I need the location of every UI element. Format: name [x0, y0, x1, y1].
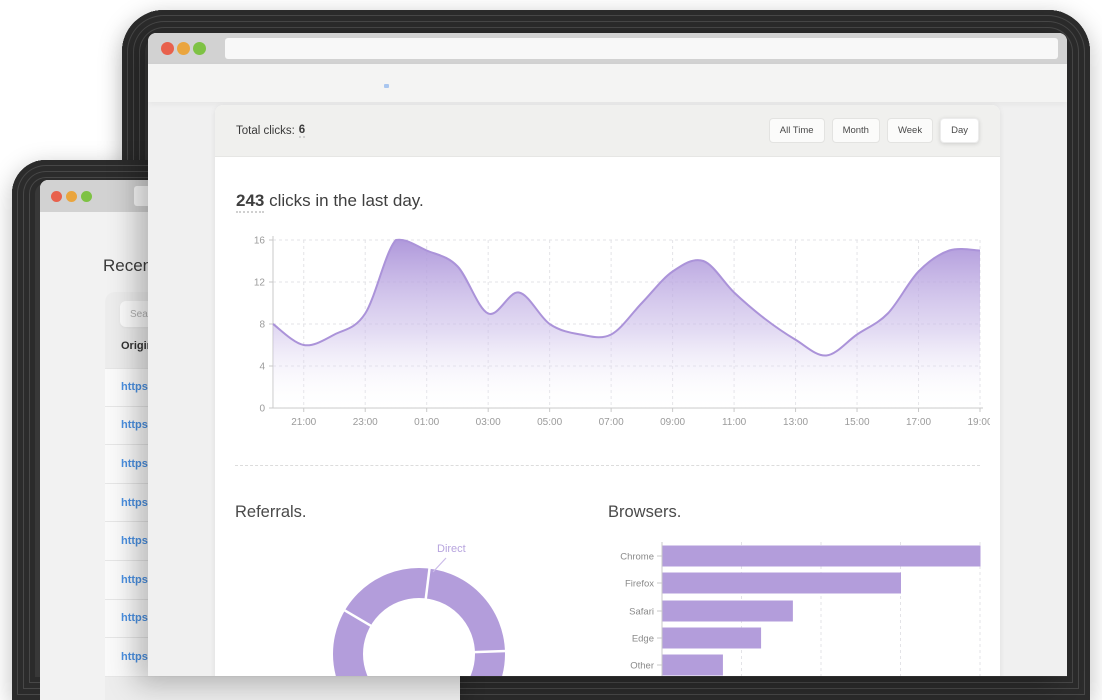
maximize-button-icon[interactable] [193, 42, 206, 55]
svg-text:13:00: 13:00 [783, 417, 808, 428]
maximize-button-icon[interactable] [81, 191, 92, 202]
section-divider [235, 465, 980, 466]
time-filter-group: All Time Month Week Day [769, 118, 979, 143]
analytics-card-header: Total clicks: 6 All Time Month Week Day [215, 105, 1000, 157]
front-browser-toolbar [148, 33, 1067, 64]
svg-text:19:00: 19:00 [967, 417, 990, 428]
front-window-content: Total clicks: 6 All Time Month Week Day … [148, 64, 1067, 676]
svg-text:07:00: 07:00 [599, 417, 624, 428]
close-button-icon[interactable] [161, 42, 174, 55]
svg-text:Other: Other [630, 661, 654, 672]
svg-text:Firefox: Firefox [625, 579, 654, 590]
filter-month-button[interactable]: Month [832, 118, 880, 143]
svg-text:16: 16 [254, 236, 266, 247]
svg-text:05:00: 05:00 [537, 417, 562, 428]
close-button-icon[interactable] [51, 191, 62, 202]
svg-text:Chrome: Chrome [620, 552, 654, 563]
clicks-count: 243 [236, 191, 264, 213]
browsers-bar-chart: Chrome Firefox Safari Edge Other [610, 540, 990, 676]
analytics-card: Total clicks: 6 All Time Month Week Day … [215, 105, 1000, 676]
svg-text:17:00: 17:00 [906, 417, 931, 428]
browsers-section-title: Browsers. [608, 503, 681, 522]
minimize-button-icon[interactable] [66, 191, 77, 202]
svg-text:Direct: Direct [437, 543, 466, 555]
svg-text:21:00: 21:00 [291, 417, 316, 428]
filter-day-button[interactable]: Day [940, 118, 979, 143]
filter-all-time-button[interactable]: All Time [769, 118, 825, 143]
svg-text:Safari: Safari [629, 607, 654, 618]
svg-text:12: 12 [254, 278, 266, 289]
front-url-bar[interactable] [225, 38, 1058, 59]
clicks-headline-text: clicks in the last day. [264, 191, 423, 210]
clicks-headline: 243 clicks in the last day. [236, 191, 424, 211]
svg-text:03:00: 03:00 [476, 417, 501, 428]
referrals-section-title: Referrals. [235, 503, 307, 522]
svg-text:09:00: 09:00 [660, 417, 685, 428]
svg-text:11:00: 11:00 [722, 417, 747, 428]
total-clicks-value: 6 [299, 124, 305, 138]
svg-text:8: 8 [259, 320, 265, 331]
app-navbar [148, 64, 1067, 102]
filter-week-button[interactable]: Week [887, 118, 933, 143]
svg-text:15:00: 15:00 [845, 417, 870, 428]
referrals-donut-chart: Direct [325, 532, 545, 676]
clicks-area-chart: 21:00 23:00 01:00 03:00 05:00 07:00 09:00 11:00… [225, 230, 990, 435]
front-browser-window: Total clicks: 6 All Time Month Week Day … [148, 33, 1067, 676]
svg-text:01:00: 01:00 [414, 417, 439, 428]
nav-logo-dot-icon [384, 84, 389, 88]
svg-text:0: 0 [259, 404, 265, 415]
svg-text:23:00: 23:00 [353, 417, 378, 428]
minimize-button-icon[interactable] [177, 42, 190, 55]
svg-text:4: 4 [259, 362, 265, 373]
total-clicks-label: Total clicks: [236, 125, 295, 137]
svg-text:Edge: Edge [632, 634, 654, 645]
